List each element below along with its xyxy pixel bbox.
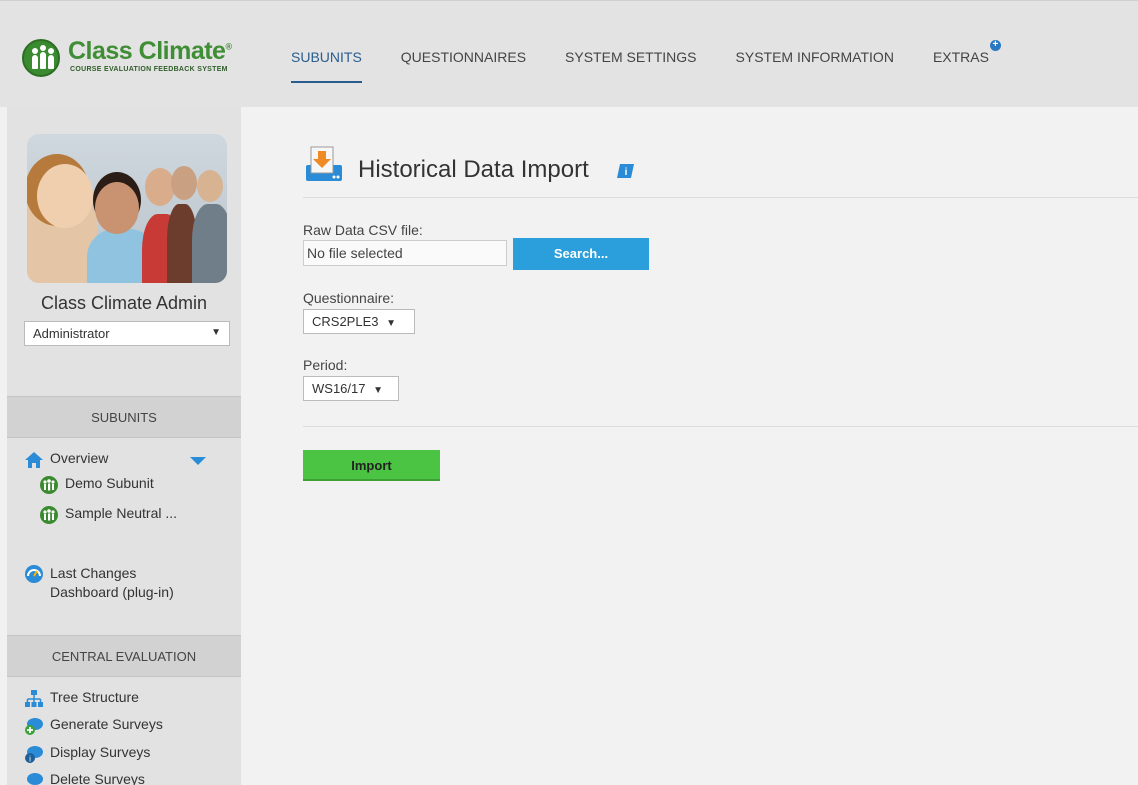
- user-name: Class Climate Admin: [40, 293, 208, 313]
- csv-file-label: Raw Data CSV file:: [303, 222, 423, 238]
- role-select[interactable]: Administrator ▼: [24, 321, 230, 346]
- class-climate-logo[interactable]: Class Climate® COURSE EVALUATION FEEDBAC…: [22, 37, 232, 81]
- nav-extras-label: EXTRAS: [932, 49, 989, 65]
- sidebar-item-tree-structure[interactable]: Tree Structure: [24, 689, 139, 709]
- nav-extras[interactable]: EXTRAS +: [932, 40, 1001, 83]
- main-nav: SUBUNITS QUESTIONNAIRES SYSTEM SETTINGS …: [291, 40, 1028, 83]
- home-icon: [25, 452, 43, 468]
- period-value: WS16/17: [312, 381, 366, 396]
- dropdown-arrow-icon: ▼: [386, 318, 397, 329]
- plus-circle-icon: +: [989, 40, 1001, 51]
- sidebar-item-delete-surveys[interactable]: Delete Surveys: [24, 771, 145, 785]
- sidebar-item-label: Demo Subunit: [65, 475, 154, 491]
- sidebar-item-label: Overview: [50, 450, 109, 466]
- last-changes-line2: Dashboard (plug-in): [50, 584, 174, 600]
- brand-name: Class Climate: [68, 37, 226, 65]
- page-title: Historical Data Import: [358, 156, 589, 183]
- sidebar: Class Climate Admin Administrator ▼ SUBU…: [7, 107, 241, 785]
- questionnaire-select[interactable]: CRS2PLE3 ▼: [303, 309, 415, 334]
- logo-people-icon: [22, 39, 60, 77]
- sidebar-item-sample-neutral[interactable]: Sample Neutral ...: [39, 505, 177, 525]
- form-divider: [303, 426, 1138, 427]
- caret-down-icon[interactable]: [190, 457, 206, 465]
- subunits-section-header[interactable]: SUBUNITS: [7, 396, 241, 438]
- nav-system-settings[interactable]: SYSTEM SETTINGS: [565, 49, 696, 83]
- csv-file-field[interactable]: No file selected: [303, 240, 507, 266]
- dropdown-arrow-icon: ▼: [211, 327, 221, 338]
- last-changes-line1: Last Changes: [50, 565, 137, 581]
- svg-text:i: i: [29, 755, 31, 764]
- sidebar-item-generate-surveys[interactable]: Generate Surveys: [24, 716, 163, 736]
- sidebar-item-overview[interactable]: Overview: [24, 450, 108, 470]
- nav-questionnaires[interactable]: QUESTIONNAIRES: [401, 49, 526, 83]
- avatar: [27, 134, 227, 283]
- search-button[interactable]: Search...: [513, 238, 649, 270]
- svg-text:i: i: [625, 167, 628, 178]
- sidebar-item-display-surveys[interactable]: i Display Surveys: [24, 744, 150, 764]
- historical-import-icon: [306, 146, 342, 181]
- sidebar-item-last-changes[interactable]: Last Changes Dashboard (plug-in): [24, 564, 174, 602]
- dashboard-gauge-icon: [25, 565, 43, 583]
- nav-system-information[interactable]: SYSTEM INFORMATION: [736, 49, 894, 83]
- generate-survey-icon: [25, 718, 43, 735]
- central-evaluation-section-header[interactable]: CENTRAL EVALUATION: [7, 635, 241, 677]
- people-icon: [40, 476, 58, 494]
- help-book-icon[interactable]: i: [616, 163, 636, 179]
- people-icon: [40, 506, 58, 524]
- dropdown-arrow-icon: ▼: [373, 385, 384, 396]
- main-content: Historical Data Import i Raw Data CSV fi…: [241, 107, 1138, 785]
- period-label: Period:: [303, 357, 348, 373]
- import-button[interactable]: Import: [303, 450, 440, 481]
- display-survey-icon: i: [25, 746, 43, 764]
- nav-subunits[interactable]: SUBUNITS: [291, 49, 362, 83]
- delete-survey-icon: [27, 773, 43, 785]
- sidebar-item-label: Display Surveys: [50, 744, 151, 760]
- sidebar-item-label: Delete Surveys: [50, 771, 145, 785]
- sidebar-item-label: Tree Structure: [50, 689, 139, 705]
- period-select[interactable]: WS16/17 ▼: [303, 376, 399, 401]
- questionnaire-label: Questionnaire:: [303, 290, 395, 306]
- top-header: Class Climate® COURSE EVALUATION FEEDBAC…: [0, 0, 1138, 107]
- sidebar-item-label: Generate Surveys: [50, 716, 163, 732]
- sidebar-item-demo-subunit[interactable]: Demo Subunit: [39, 475, 154, 495]
- questionnaire-value: CRS2PLE3: [312, 314, 379, 329]
- sidebar-item-label: Sample Neutral ...: [65, 505, 178, 521]
- brand-trademark: ®: [225, 41, 232, 52]
- brand-tagline: COURSE EVALUATION FEEDBACK SYSTEM: [70, 66, 228, 73]
- role-value: Administrator: [33, 326, 110, 341]
- tree-icon: [25, 690, 43, 707]
- title-divider: [303, 197, 1138, 198]
